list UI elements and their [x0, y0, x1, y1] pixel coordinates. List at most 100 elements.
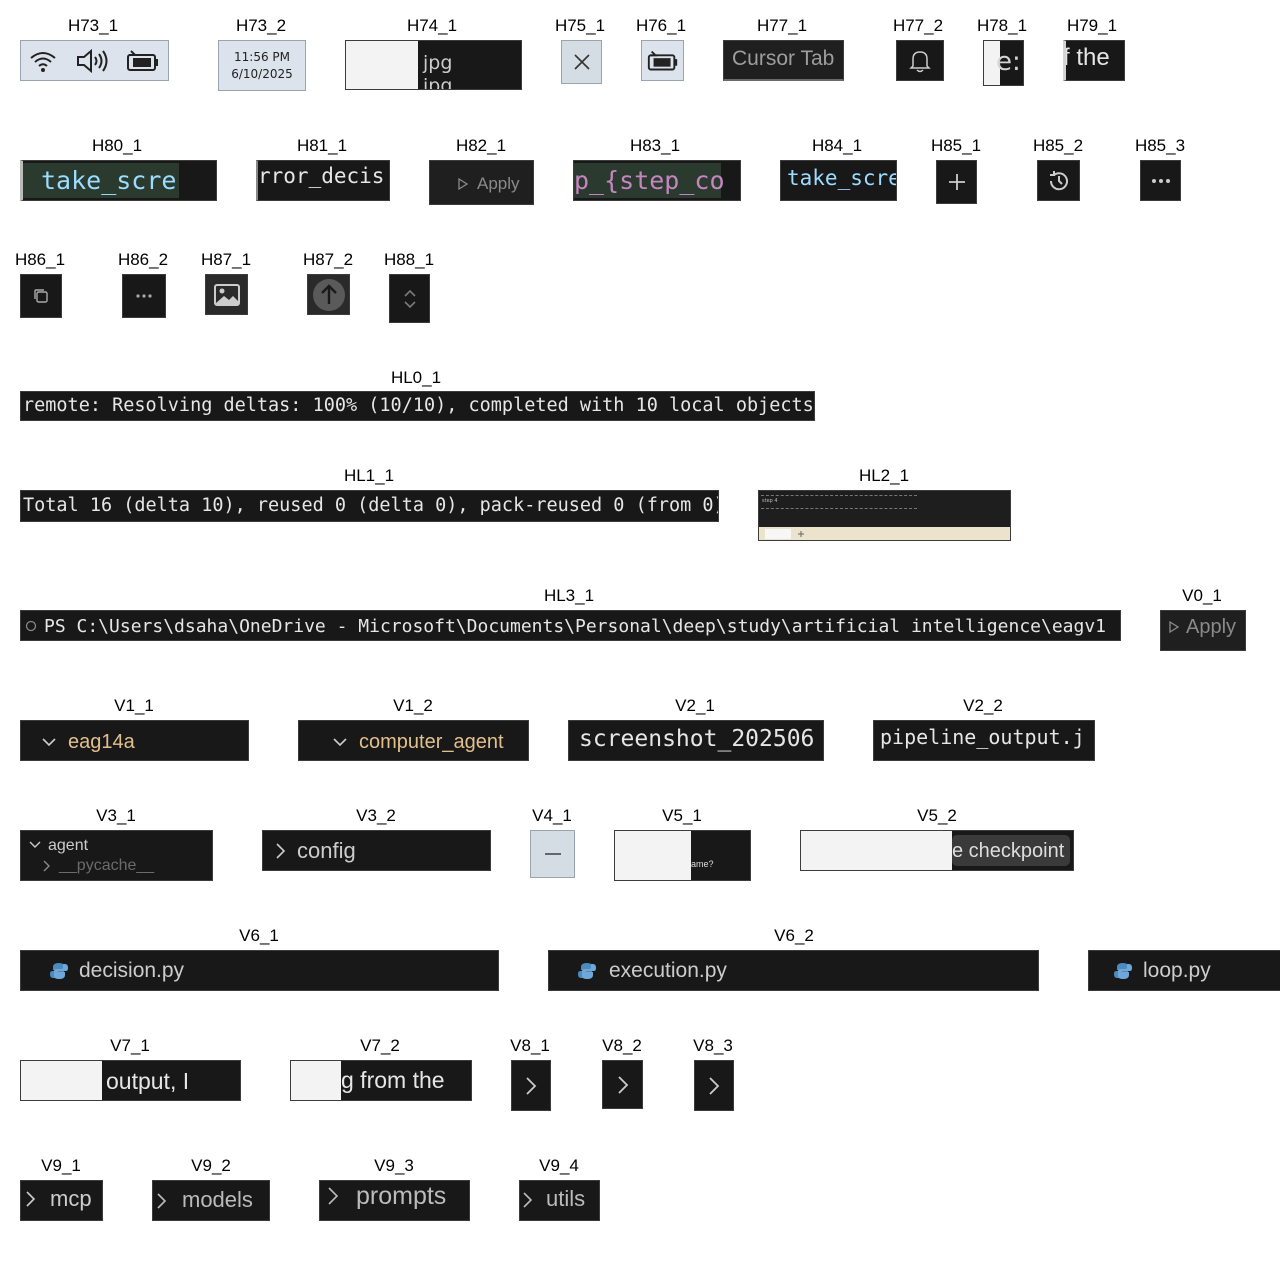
crop-label: H80_1	[91, 136, 143, 155]
explorer-folder-models[interactable]: models	[152, 1180, 270, 1221]
clock-date: 6/10/2025	[231, 67, 293, 81]
crop-label: V2_2	[963, 696, 1003, 715]
crop-label: H77_1	[756, 16, 808, 35]
code-token-crop: rror_decis	[256, 160, 390, 201]
notifications-button[interactable]	[896, 40, 944, 81]
explorer-folder-computer-agent[interactable]: computer_agent	[298, 720, 529, 761]
crop-label: H73_1	[67, 16, 119, 35]
blank-region	[801, 831, 952, 870]
code-token-crop: take_scre	[780, 160, 897, 201]
history-icon	[1049, 170, 1068, 190]
terminal-text: remote: Resolving deltas: 100% (10/10), …	[23, 395, 815, 416]
explorer-file-loop[interactable]: loop.py	[1088, 950, 1280, 991]
history-button[interactable]	[1037, 160, 1080, 201]
crop-label: H86_2	[117, 250, 169, 269]
new-chat-button[interactable]	[936, 160, 977, 204]
explorer-file-execution[interactable]: execution.py	[548, 950, 1039, 991]
code-token-crop: screenshot_202506	[568, 720, 824, 761]
minimize-icon	[544, 853, 561, 855]
checkpoint-pill[interactable]: e checkpoint	[952, 835, 1070, 866]
wifi-icon[interactable]	[28, 47, 58, 75]
crop-label: V6_1	[239, 926, 279, 945]
explorer-folder-eag14a[interactable]: eag14a	[20, 720, 249, 761]
explorer-folder-mcp[interactable]: mcp	[20, 1180, 103, 1221]
file-tab-crop[interactable]: jpg jpg	[345, 40, 522, 90]
code-token-crop: pipeline_output.j	[873, 720, 1095, 761]
terminal-prompt-line[interactable]: PS C:\Users\dsaha\OneDrive - Microsoft\D…	[20, 610, 1121, 641]
explorer-file-decision[interactable]: decision.py	[20, 950, 499, 991]
python-icon	[578, 963, 596, 979]
minimize-button[interactable]	[530, 830, 575, 878]
more-actions-button[interactable]	[1140, 160, 1181, 201]
crop-label: H85_2	[1032, 136, 1084, 155]
chevron-right-icon	[523, 1192, 533, 1208]
crop-label: HL3_1	[543, 586, 595, 605]
copy-button[interactable]	[20, 274, 62, 318]
chevron-updown-icon	[403, 289, 416, 308]
more-actions-button[interactable]	[122, 274, 166, 318]
crop-label: V9_4	[539, 1156, 579, 1175]
checkpoint-crop[interactable]: e checkpoint	[800, 830, 1074, 871]
send-button[interactable]	[307, 274, 350, 315]
code-token-crop: take_scre	[20, 160, 217, 201]
code-token: pipeline_output.j	[880, 725, 1085, 749]
file-label: execution.py	[609, 959, 727, 982]
crop-label: V3_1	[96, 806, 136, 825]
crop-label: V8_3	[693, 1036, 733, 1055]
editor-crop: f the	[1063, 40, 1125, 81]
cursor-tab-label: Cursor Tab	[732, 47, 835, 70]
taskbar-clock[interactable]: 11:56 PM 6/10/2025	[218, 40, 306, 91]
apply-button[interactable]: Apply	[1160, 610, 1246, 651]
terminal-line: remote: Resolving deltas: 100% (10/10), …	[20, 391, 815, 421]
crop-label: H85_1	[930, 136, 982, 155]
thumbnail-text: step 4	[762, 498, 778, 504]
play-icon	[1169, 620, 1180, 634]
chevron-right-icon	[328, 1187, 339, 1205]
more-icon	[1151, 178, 1170, 183]
model-selector-button[interactable]	[389, 274, 430, 323]
battery-charging-icon[interactable]	[125, 47, 161, 75]
crop-text: f the	[1063, 44, 1110, 71]
crop-label: V8_2	[602, 1036, 642, 1055]
crop-label: H85_3	[1134, 136, 1186, 155]
expand-button[interactable]	[511, 1060, 551, 1111]
crop-label: V9_3	[374, 1156, 414, 1175]
crop-label: H82_1	[455, 136, 507, 155]
blank-region	[291, 1061, 341, 1100]
crop-label: HL1_1	[343, 466, 395, 485]
explorer-folder-config[interactable]: config	[262, 830, 491, 871]
explorer-folder-agent[interactable]: agent __pycache__	[20, 830, 213, 881]
volume-icon[interactable]	[75, 47, 111, 75]
file-label: decision.py	[79, 959, 185, 982]
explorer-folder-prompts[interactable]: prompts	[319, 1180, 470, 1221]
crop-label: H84_1	[811, 136, 863, 155]
crop-label: H78_1	[976, 16, 1028, 35]
thumbnail-tab	[765, 529, 791, 539]
blank-region	[21, 1061, 102, 1100]
attach-image-button[interactable]	[205, 274, 248, 315]
chevron-down-icon	[333, 738, 347, 747]
more-icon	[136, 294, 152, 298]
crop-label: HL2_1	[858, 466, 910, 485]
expand-button[interactable]	[694, 1060, 734, 1111]
expand-button[interactable]	[602, 1060, 643, 1109]
crop-label: V2_1	[675, 696, 715, 715]
bell-icon	[909, 50, 931, 72]
explorer-folder-utils[interactable]: utils	[519, 1180, 600, 1221]
folder-label: computer_agent	[359, 731, 504, 753]
divider	[761, 508, 917, 509]
battery-button[interactable]	[641, 40, 684, 81]
crop-label: H73_2	[235, 16, 287, 35]
cursor-tab-status[interactable]: Cursor Tab	[723, 40, 844, 81]
folder-label: utils	[546, 1186, 586, 1211]
system-tray[interactable]	[20, 40, 169, 81]
checkpoint-label: e checkpoint	[952, 840, 1065, 862]
apply-button[interactable]: Apply	[429, 160, 534, 205]
code-token: take_scre	[41, 166, 177, 195]
plus-icon	[798, 531, 804, 537]
close-button[interactable]	[561, 40, 602, 84]
crop-label: V0_1	[1182, 586, 1222, 605]
crop-label: V9_2	[191, 1156, 231, 1175]
chevron-right-icon	[43, 860, 50, 872]
crop-label: V7_2	[360, 1036, 400, 1055]
